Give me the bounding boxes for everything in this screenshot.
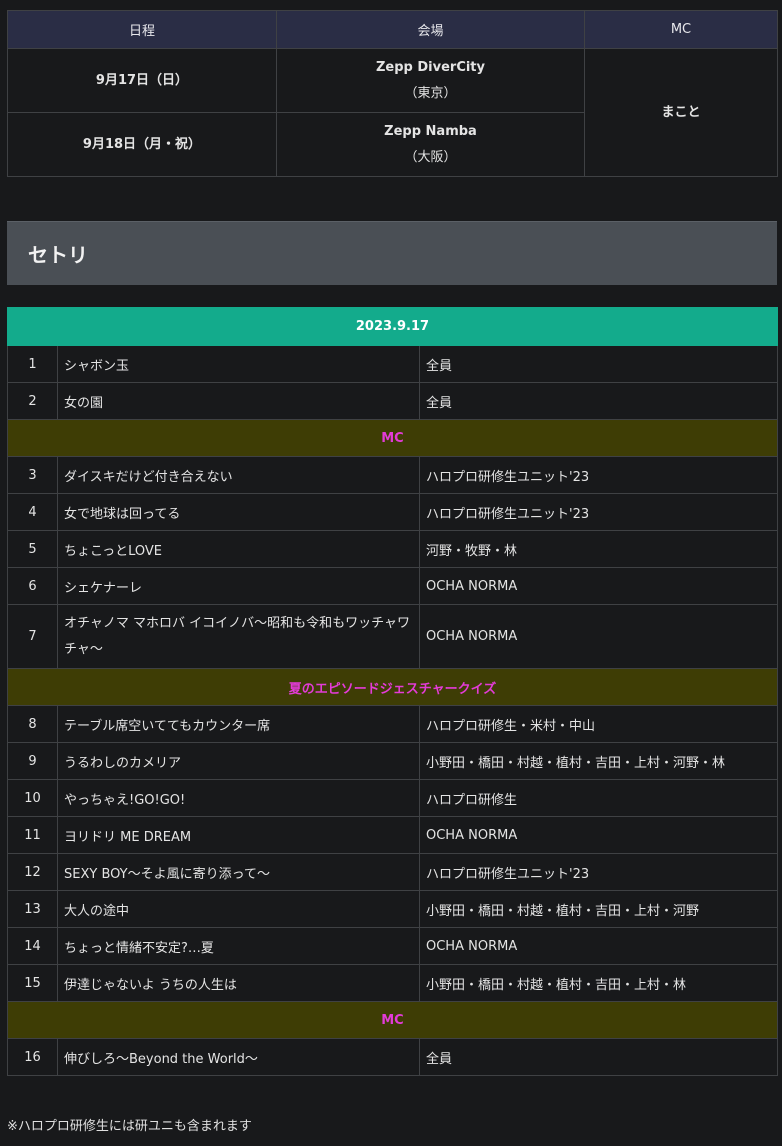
setlist-song-title: 大人の途中: [57, 890, 420, 928]
venue-city: （大阪）: [404, 149, 457, 165]
setlist-song-row: 9 うるわしのカメリア 小野田・橋田・村越・植村・吉田・上村・河野・林: [7, 742, 778, 780]
setlist-song-number: 9: [7, 742, 58, 780]
setlist-song-title: シェケナーレ: [57, 567, 420, 605]
setlist-song-title: ヨリドリ ME DREAM: [57, 816, 420, 854]
setlist-song-title: 女で地球は回ってる: [57, 493, 420, 531]
setlist-song-number: 12: [7, 853, 58, 891]
setlist-song-number: 15: [7, 964, 58, 1002]
setlist-song-number: 11: [7, 816, 58, 854]
setlist-song-title: ダイスキだけど付き合えない: [57, 456, 420, 494]
setlist-song-number: 4: [7, 493, 58, 531]
setlist-song-row: 8 テーブル席空いててもカウンター席 ハロプロ研修生・米村・中山: [7, 705, 778, 743]
setlist-song-row: 15 伊達じゃないよ うちの人生は 小野田・橋田・村越・植村・吉田・上村・林: [7, 964, 778, 1002]
setlist-break-row: MC: [7, 1001, 778, 1039]
setlist-date-row: 2023.9.17: [7, 307, 778, 346]
schedule-date: 9月17日（日）: [7, 48, 277, 113]
setlist-song-title: 伸びしろ〜Beyond the World〜: [57, 1038, 420, 1076]
schedule-venue: Zepp DiverCity （東京）: [276, 48, 585, 113]
setlist-song-artist: OCHA NORMA: [419, 604, 778, 669]
schedule-table: 日程 会場 MC 9月17日（日） Zepp DiverCity （東京） まこ…: [7, 10, 778, 177]
setlist-table: 2023.9.17 1 シャボン玉 全員 2 女の園 全員 MC 3 ダイスキだけど付き合えない…: [7, 307, 778, 1076]
schedule-header-row: 日程 会場 MC: [7, 10, 778, 49]
schedule-date: 9月18日（月・祝）: [7, 112, 277, 177]
setlist-song-title: やっちゃえ!GO!GO!: [57, 779, 420, 817]
section-heading-setlist: セトリ: [7, 221, 777, 285]
setlist-song-artist: OCHA NORMA: [419, 816, 778, 854]
setlist-break-row: 夏のエピソードジェスチャークイズ: [7, 668, 778, 706]
setlist-song-artist: ハロプロ研修生ユニット'23: [419, 853, 778, 891]
setlist-song-number: 3: [7, 456, 58, 494]
schedule-venue: Zepp Namba （大阪）: [276, 112, 585, 177]
setlist-song-row: 4 女で地球は回ってる ハロプロ研修生ユニット'23: [7, 493, 778, 531]
schedule-mc: まこと: [584, 48, 778, 177]
schedule-header-mc: MC: [584, 10, 778, 49]
setlist-song-artist: 全員: [419, 345, 778, 383]
setlist-song-artist: 小野田・橋田・村越・植村・吉田・上村・河野・林: [419, 742, 778, 780]
setlist-song-row: 16 伸びしろ〜Beyond the World〜 全員: [7, 1038, 778, 1076]
setlist-song-title: うるわしのカメリア: [57, 742, 420, 780]
venue-name: Zepp DiverCity: [375, 59, 485, 75]
setlist-song-artist: ハロプロ研修生: [419, 779, 778, 817]
setlist-song-row: 10 やっちゃえ!GO!GO! ハロプロ研修生: [7, 779, 778, 817]
setlist-song-artist: ハロプロ研修生ユニット'23: [419, 493, 778, 531]
setlist-song-artist: ハロプロ研修生・米村・中山: [419, 705, 778, 743]
setlist-song-row: 13 大人の途中 小野田・橋田・村越・植村・吉田・上村・河野: [7, 890, 778, 928]
setlist-song-row: 6 シェケナーレ OCHA NORMA: [7, 567, 778, 605]
setlist-song-title: 伊達じゃないよ うちの人生は: [57, 964, 420, 1002]
setlist-song-number: 6: [7, 567, 58, 605]
setlist-song-artist: OCHA NORMA: [419, 567, 778, 605]
setlist-song-artist: 小野田・橋田・村越・植村・吉田・上村・林: [419, 964, 778, 1002]
setlist-song-title: SEXY BOY〜そよ風に寄り添って〜: [57, 853, 420, 891]
setlist-song-row: 14 ちょっと情緒不安定?…夏 OCHA NORMA: [7, 927, 778, 965]
setlist-song-artist: OCHA NORMA: [419, 927, 778, 965]
setlist-song-row: 7 オチャノマ マホロバ イコイノバ〜昭和も令和もワッチャワチャ〜 OCHA NOR…: [7, 604, 778, 669]
setlist-song-number: 14: [7, 927, 58, 965]
setlist-song-title: 女の園: [57, 382, 420, 420]
setlist-song-title: ちょっと情緒不安定?…夏: [57, 927, 420, 965]
footnote: ※ハロプロ研修生には研ユニも含まれます: [7, 1119, 252, 1134]
setlist-song-row: 3 ダイスキだけど付き合えない ハロプロ研修生ユニット'23: [7, 456, 778, 494]
venue-name: Zepp Namba: [384, 123, 477, 139]
setlist-song-row: 2 女の園 全員: [7, 382, 778, 420]
setlist-song-title: オチャノマ マホロバ イコイノバ〜昭和も令和もワッチャワチャ〜: [57, 604, 420, 669]
setlist-song-artist: 全員: [419, 1038, 778, 1076]
setlist-song-number: 10: [7, 779, 58, 817]
setlist-song-number: 8: [7, 705, 58, 743]
setlist-break-row: MC: [7, 419, 778, 457]
setlist-song-number: 2: [7, 382, 58, 420]
setlist-song-row: 1 シャボン玉 全員: [7, 345, 778, 383]
setlist-song-title: ちょこっとLOVE: [57, 530, 420, 568]
setlist-song-number: 1: [7, 345, 58, 383]
schedule-header-venue: 会場: [276, 10, 585, 49]
setlist-song-artist: 小野田・橋田・村越・植村・吉田・上村・河野: [419, 890, 778, 928]
setlist-song-artist: 全員: [419, 382, 778, 420]
setlist-song-number: 16: [7, 1038, 58, 1076]
setlist-song-title: シャボン玉: [57, 345, 420, 383]
setlist-song-artist: 河野・牧野・林: [419, 530, 778, 568]
setlist-break-label: 夏のエピソードジェスチャークイズ: [7, 668, 778, 706]
setlist-song-row: 12 SEXY BOY〜そよ風に寄り添って〜 ハロプロ研修生ユニット'23: [7, 853, 778, 891]
setlist-break-label: MC: [7, 419, 778, 457]
setlist-song-row: 5 ちょこっとLOVE 河野・牧野・林: [7, 530, 778, 568]
setlist-song-title: テーブル席空いててもカウンター席: [57, 705, 420, 743]
venue-city: （東京）: [404, 85, 457, 101]
setlist-date: 2023.9.17: [7, 307, 778, 346]
setlist-song-number: 5: [7, 530, 58, 568]
setlist-song-artist: ハロプロ研修生ユニット'23: [419, 456, 778, 494]
schedule-header-date: 日程: [7, 10, 277, 49]
setlist-song-number: 13: [7, 890, 58, 928]
setlist-break-label: MC: [7, 1001, 778, 1039]
schedule-row: 9月17日（日） Zepp DiverCity （東京） まこと: [7, 48, 778, 177]
setlist-song-number: 7: [7, 604, 58, 669]
setlist-song-row: 11 ヨリドリ ME DREAM OCHA NORMA: [7, 816, 778, 854]
